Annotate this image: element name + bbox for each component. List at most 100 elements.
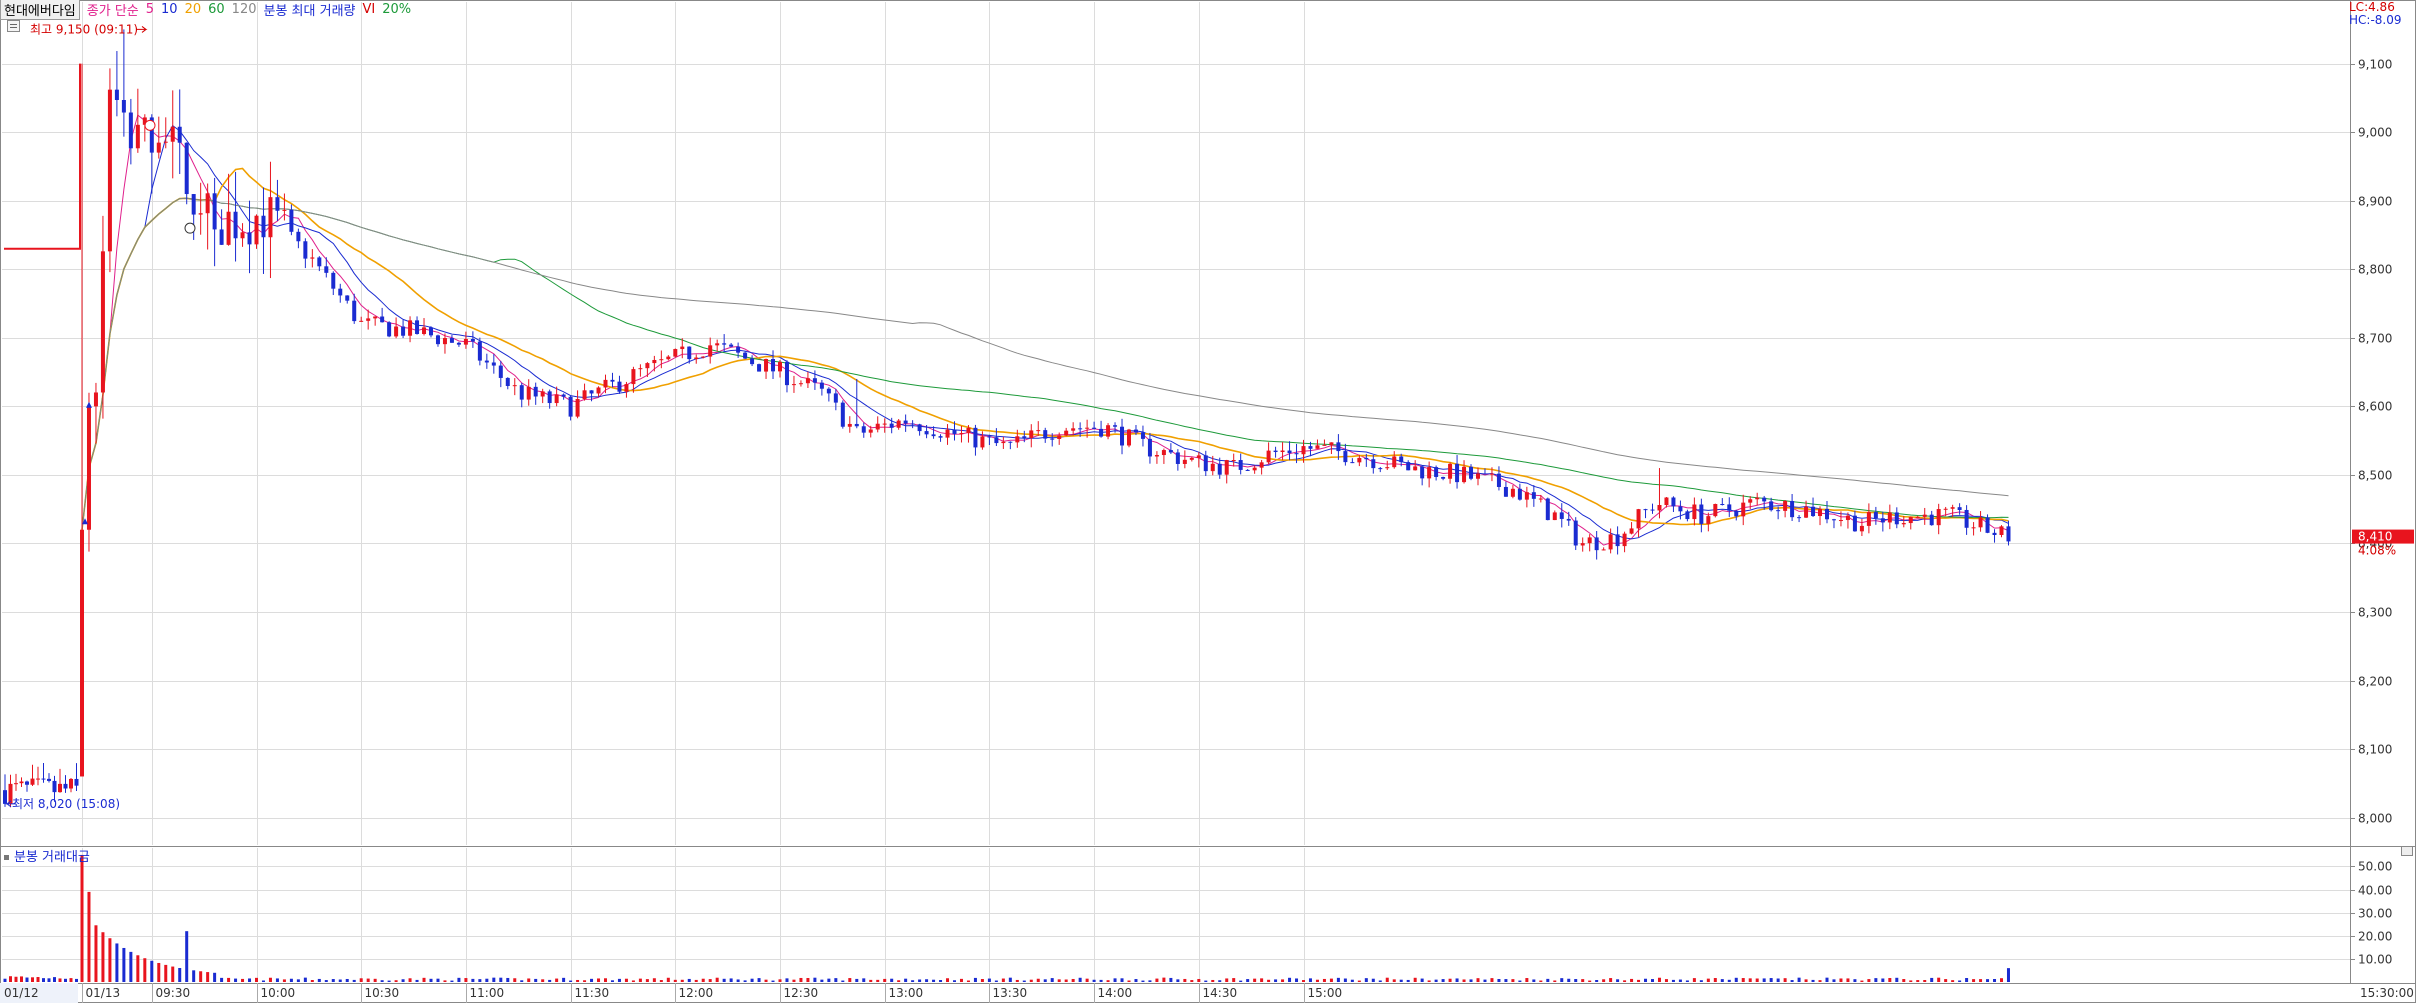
volume-bar — [101, 932, 105, 982]
candle-body — [1894, 512, 1899, 525]
ma-10-label[interactable]: 10 — [161, 2, 178, 17]
current-change-label: 4.08% — [2358, 544, 2396, 558]
volume-bar — [1546, 978, 1550, 982]
stock-chart[interactable]: 8,0008,1008,2008,3008,4008,5008,6008,700… — [0, 0, 2416, 1003]
candle-body — [1964, 509, 1969, 528]
high-annotation: 최고 9,150 (09:11) — [30, 22, 138, 36]
candle-body — [589, 390, 594, 394]
volume-tick-label: 30.00 — [2358, 907, 2392, 921]
ma-5-label[interactable]: 5 — [146, 2, 154, 17]
ma-60-line — [81, 197, 2009, 530]
candle-body — [847, 423, 852, 427]
volume-bar — [1804, 979, 1808, 982]
candle-body — [498, 365, 503, 378]
candle-body — [1336, 442, 1341, 452]
hc-value: HC:-8.09 — [2349, 13, 2402, 27]
candle-body — [1992, 532, 1997, 535]
volume-bar — [241, 978, 245, 982]
volume-bar — [1637, 979, 1641, 982]
panel-toggle-button[interactable] — [2401, 846, 2413, 856]
price-tick-label: 9,000 — [2358, 126, 2392, 140]
volume-bar — [1525, 978, 1529, 982]
candle-body — [875, 423, 880, 430]
volume-bar — [1092, 979, 1096, 982]
volume-bar — [1448, 978, 1452, 982]
time-tick-label: 11:30 — [575, 986, 610, 1000]
candle-body — [1943, 508, 1948, 510]
volume-bar — [862, 978, 866, 982]
candle-body — [722, 343, 727, 345]
volume-bar — [1085, 978, 1089, 982]
candle-body — [1015, 436, 1020, 443]
volume-bar — [1867, 979, 1871, 982]
volume-bar — [58, 978, 62, 982]
volume-bar — [925, 979, 929, 982]
vi-label[interactable]: VI — [363, 2, 376, 17]
candle-body — [715, 343, 720, 346]
candle-body — [331, 272, 336, 289]
ma-20-label[interactable]: 20 — [185, 2, 202, 17]
volume-bar — [53, 977, 56, 982]
volume-bar — [331, 979, 335, 982]
candle-body — [261, 215, 266, 238]
volume-bar — [20, 976, 23, 982]
candle-body — [1783, 501, 1788, 511]
volume-bar — [764, 979, 768, 982]
volume-bar — [1916, 980, 1920, 982]
volume-bar — [1183, 978, 1187, 982]
candle-body — [980, 436, 985, 448]
volume-bar — [380, 980, 384, 982]
ma-120-label[interactable]: 120 — [232, 2, 257, 17]
volume-bar — [883, 978, 887, 982]
volume-bar — [185, 931, 189, 982]
volume-bar — [897, 980, 901, 982]
volume-bar — [352, 979, 356, 982]
candle-body — [568, 396, 573, 417]
candle-body — [254, 215, 259, 245]
candle-body — [1873, 512, 1878, 519]
volume-bar — [1281, 979, 1285, 982]
volume-bar — [562, 977, 566, 982]
volume-bar — [980, 979, 984, 982]
vi-circle-icon — [144, 119, 156, 131]
volume-bar — [1232, 978, 1236, 982]
time-tick-label: 12:30 — [784, 986, 819, 1000]
volume-bar — [2000, 978, 2003, 982]
candle-body — [484, 360, 489, 363]
volume-bar — [1218, 980, 1222, 982]
price-tick-label: 8,500 — [2358, 469, 2392, 483]
ma-60-label[interactable]: 60 — [208, 2, 225, 17]
candle-body — [952, 429, 957, 434]
candle-body — [729, 344, 734, 347]
ma-label[interactable]: 종가 단순 — [87, 0, 139, 19]
candle-body — [100, 251, 105, 393]
volume-bar — [289, 978, 293, 982]
candle-body — [198, 213, 203, 215]
volume-bar — [1134, 979, 1138, 982]
volume-bar — [1692, 978, 1696, 982]
volume-max-label[interactable]: 분봉 최대 거래량 — [264, 0, 356, 19]
volume-bar — [296, 979, 300, 982]
candle-body — [1706, 516, 1711, 524]
candle-body — [107, 89, 112, 252]
candle-body — [470, 338, 475, 342]
candle-body — [833, 393, 838, 403]
volume-bar — [1909, 980, 1913, 982]
stock-name[interactable]: 현대에버다임 — [0, 0, 80, 20]
volume-bar — [25, 977, 29, 982]
candle-body — [1790, 501, 1795, 518]
volume-bar — [1015, 979, 1019, 982]
volume-panel-title[interactable]: 분봉 거래대금 — [4, 846, 90, 865]
volume-bar — [275, 978, 279, 982]
volume-bar — [1371, 978, 1375, 982]
volume-bar — [1267, 979, 1271, 982]
ma-5-line — [81, 114, 2009, 546]
volume-bar — [1029, 979, 1033, 982]
current-price-label: 8,410 — [2358, 530, 2392, 544]
candle-body — [1371, 459, 1376, 469]
volume-bar — [1099, 979, 1103, 982]
volume-tick-label: 20.00 — [2358, 930, 2392, 944]
price-tick-label: 8,700 — [2358, 332, 2392, 346]
menu-icon[interactable] — [7, 20, 20, 32]
candle-body — [973, 427, 978, 448]
